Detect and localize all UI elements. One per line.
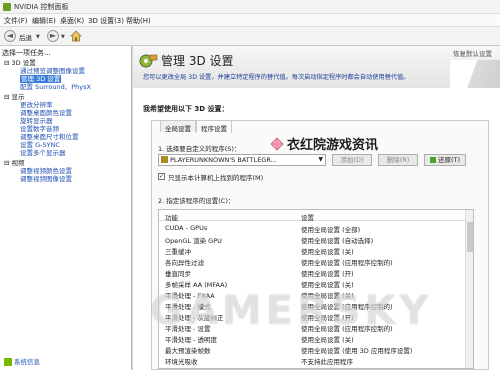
setting-cell[interactable]: 不支持此应用程序 xyxy=(301,356,353,366)
page-title: 管理 3D 设置 xyxy=(161,54,234,68)
table-row[interactable]: 最大预渲染帧数 使用全局设置 (使用 3D 应用程序设置) xyxy=(159,343,473,355)
sidebar-item-gsync[interactable]: 设置 G-SYNC xyxy=(20,141,60,149)
back-button[interactable]: ◄ xyxy=(4,30,16,42)
expand-minus-icon[interactable]: ⊟ xyxy=(4,59,9,67)
table-row[interactable]: 各向异性过滤 使用全局设置 (应用程序控制的) xyxy=(159,255,473,267)
menu-file[interactable]: 文件(F) xyxy=(4,16,28,26)
column-header-setting: 设置 xyxy=(301,214,314,222)
task-sidebar: 选择一项任务... ⊟ 3D 设置 通过预览调整图像设置 管理 3D 设置 配置… xyxy=(0,46,132,370)
program-icon xyxy=(161,156,168,163)
step2-label: 2. 指定该程序的设置(C)： xyxy=(158,197,235,205)
feature-cell: CUDA - GPUs xyxy=(165,224,208,232)
sidebar-item-digital-audio[interactable]: 设置数字音频 xyxy=(20,125,59,133)
table-row[interactable]: OpenGL 渲染 GPU 使用全局设置 (自动选择) xyxy=(159,233,473,245)
restore-button[interactable]: 还原(T) xyxy=(424,154,466,166)
column-header-feature: 功能 xyxy=(165,214,178,222)
program-select[interactable]: PLAYERUNKNOWN'S BATTLEGR... ▼ xyxy=(158,154,326,166)
expand-minus-icon[interactable]: ⊟ xyxy=(4,93,9,101)
sidebar-item-multiple-displays[interactable]: 设置多个显示器 xyxy=(20,149,66,157)
scrollbar-thumb[interactable] xyxy=(467,222,473,252)
expand-minus-icon[interactable]: ⊟ xyxy=(4,159,9,167)
table-scrollbar[interactable] xyxy=(465,210,473,368)
watermark-site-cn: 衣红院游戏资讯 xyxy=(270,134,378,153)
system-info-icon xyxy=(4,358,12,366)
forward-dropdown-icon[interactable]: ▼ xyxy=(61,34,65,40)
back-arrow-icon: ◄ xyxy=(6,31,14,40)
nvidia-banner-graphic xyxy=(450,60,500,88)
sidebar-header: 选择一项任务... xyxy=(2,49,51,57)
home-icon[interactable] xyxy=(70,30,82,42)
watermark-gamersky: GAMERSKY xyxy=(150,288,433,334)
table-row[interactable]: CUDA - GPUs 使用全局设置 (全部) xyxy=(159,222,473,234)
show-only-found-checkbox[interactable]: ✓ xyxy=(158,173,165,180)
tab-program-settings[interactable]: 程序设置 xyxy=(196,120,232,133)
restore-defaults-link[interactable]: 恢复默认设置 xyxy=(453,48,492,58)
menu-edit[interactable]: 编辑(E) xyxy=(32,16,56,26)
sidebar-item-desktop-color[interactable]: 调整桌面颜色设置 xyxy=(20,109,72,117)
forward-button[interactable]: ► xyxy=(47,30,59,42)
menu-bar: 文件(F) 编辑(E) 桌面(K) 3D 设置(3) 帮助(H) xyxy=(0,14,500,27)
back-dropdown-icon[interactable]: ▼ xyxy=(36,34,40,40)
sidebar-item-change-resolution[interactable]: 更改分辨率 xyxy=(20,101,53,109)
page-banner: 管理 3D 设置 恢复默认设置 您可以更改全局 3D 设置，并建立特定程序的替代… xyxy=(133,46,500,88)
tree-category-3d[interactable]: ⊟ 3D 设置 xyxy=(4,59,36,67)
section-label: 我希望使用以下 3D 设置： xyxy=(143,105,229,113)
table-row[interactable]: 三重缓冲 使用全局设置 (关) xyxy=(159,244,473,256)
sidebar-item-configure-surround-physx[interactable]: 配置 Surround、PhysX xyxy=(20,83,91,91)
gear-3d-icon xyxy=(138,52,158,70)
show-only-found-label: 只显示本计算机上找到的程序(M) xyxy=(168,174,264,182)
menu-desktop[interactable]: 桌面(K) xyxy=(60,16,84,26)
feature-cell: 环境光吸收 xyxy=(165,358,198,366)
step1-label: 1. 选择要自定义的程序(S)： xyxy=(158,145,241,153)
back-label: 后退 xyxy=(19,34,32,42)
menu-3d-settings[interactable]: 3D 设置(3) xyxy=(88,16,124,26)
sidebar-item-rotate-display[interactable]: 旋转显示器 xyxy=(20,117,53,125)
chevron-down-icon: ▼ xyxy=(318,156,323,163)
forward-arrow-icon: ► xyxy=(49,31,57,40)
table-row[interactable]: 多帧采样 AA (MFAA) 使用全局设置 (关) xyxy=(159,277,473,289)
tab-global-settings[interactable]: 全局设置 xyxy=(160,120,196,133)
add-button[interactable]: 添加(D) xyxy=(332,154,372,166)
sidebar-item-desktop-size-position[interactable]: 调整桌面尺寸和位置 xyxy=(20,133,79,141)
sidebar-item-preview-image-settings[interactable]: 通过预览调整图像设置 xyxy=(20,67,85,75)
system-info-link[interactable]: 系统信息 xyxy=(4,356,40,366)
title-bar: NVIDIA 控制面板 xyxy=(0,0,500,14)
tree-category-display[interactable]: ⊟ 显示 xyxy=(4,93,25,101)
table-header: 功能 设置 xyxy=(159,210,473,222)
kite-logo-icon xyxy=(270,137,284,151)
remove-button[interactable]: 删除(R) xyxy=(378,154,418,166)
window-title: NVIDIA 控制面板 xyxy=(14,3,69,11)
table-row[interactable]: 环境光吸收 不支持此应用程序 xyxy=(159,354,473,366)
tree-category-video[interactable]: ⊟ 视频 xyxy=(4,159,25,167)
toolbar: ◄ 后退 ▼ ► ▼ xyxy=(0,27,500,46)
sidebar-item-video-image[interactable]: 调整视频图像设置 xyxy=(20,175,72,183)
page-description: 您可以更改全局 3D 设置，并建立特定程序的替代值。每次启动指定程序时都会自动使… xyxy=(143,74,410,81)
sidebar-item-video-color[interactable]: 调整视频颜色设置 xyxy=(20,167,72,175)
table-row[interactable]: 垂直同步 使用全局设置 (开) xyxy=(159,266,473,278)
menu-help[interactable]: 帮助(H) xyxy=(126,16,151,26)
nvidia-app-icon xyxy=(3,3,11,11)
sidebar-item-manage-3d-settings[interactable]: 管理 3D 设置 xyxy=(20,75,62,83)
restore-icon xyxy=(429,157,436,163)
